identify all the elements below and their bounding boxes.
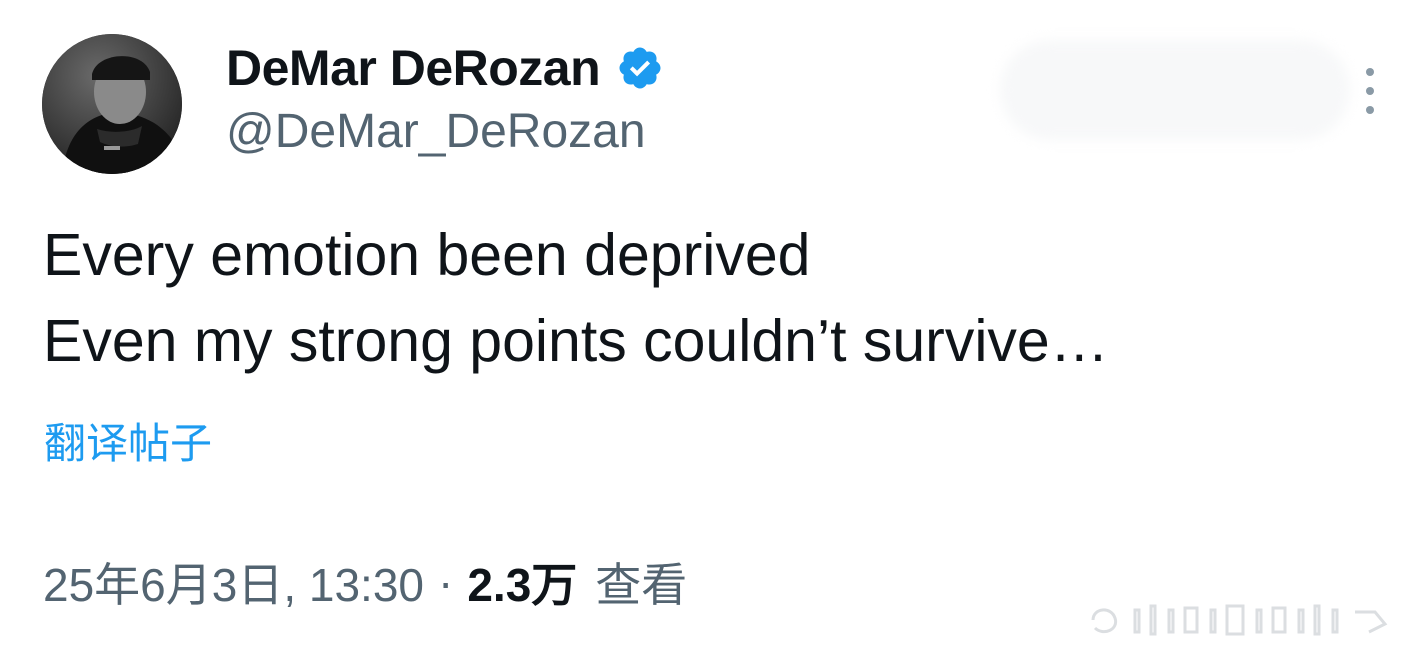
tweet-line-2: Even my strong points couldn’t survive… xyxy=(43,308,1109,374)
views-label: 查看 xyxy=(595,559,688,611)
watermark-logo xyxy=(1091,604,1388,636)
display-name[interactable]: DeMar DeRozan xyxy=(226,39,601,97)
more-dot xyxy=(1366,68,1374,76)
verified-badge-icon xyxy=(616,44,664,92)
views-count: 2.3万 xyxy=(467,559,578,611)
more-dot xyxy=(1366,106,1374,114)
blurred-follow-area xyxy=(1000,40,1350,140)
meta-separator: · xyxy=(438,556,454,608)
author-name-row: DeMar DeRozan xyxy=(226,36,664,100)
avatar[interactable] xyxy=(42,34,182,174)
tweet-text: Every emotion been deprived Even my stro… xyxy=(43,212,1109,384)
tweet-line-1: Every emotion been deprived xyxy=(43,222,811,288)
avatar-photo xyxy=(42,34,182,174)
translate-post-link[interactable]: 翻译帖子 xyxy=(44,410,212,471)
timestamp[interactable]: 25年6月3日, 13:30 xyxy=(43,549,424,615)
more-options-icon[interactable] xyxy=(1358,68,1382,114)
author-handle[interactable]: @DeMar_DeRozan xyxy=(226,104,646,159)
tweet-meta: 25年6月3日, 13:30 · 2.3万 查看 xyxy=(43,550,687,614)
more-dot xyxy=(1366,87,1374,95)
